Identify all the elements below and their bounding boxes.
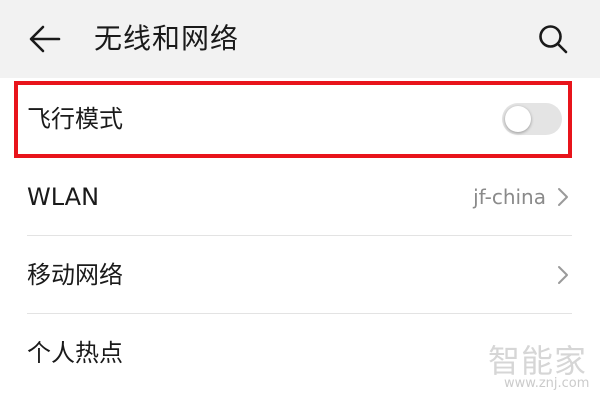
page-title: 无线和网络 (94, 22, 240, 55)
watermark-logo: 智能家 www.znj.com (484, 336, 594, 396)
toggle-knob (505, 106, 531, 132)
arrow-left-icon (29, 25, 61, 53)
chevron-right-icon (558, 266, 568, 284)
airplane-mode-label: 飞行模式 (27, 105, 123, 133)
back-button[interactable] (22, 18, 68, 60)
app-bar: 无线和网络 (0, 0, 600, 78)
airplane-mode-row[interactable]: 飞行模式 (0, 80, 600, 158)
search-icon (539, 25, 568, 54)
watermark-url: www.znj.com (504, 376, 590, 391)
wlan-network-name: jf-china (473, 185, 546, 209)
search-button[interactable] (530, 18, 576, 60)
mobile-network-label: 移动网络 (27, 261, 123, 289)
airplane-mode-toggle[interactable] (502, 103, 562, 135)
mobile-network-row[interactable]: 移动网络 (0, 236, 600, 314)
settings-screen: 无线和网络 飞行模式 WLAN jf-china 移动网络 个人热点 智能家 w… (0, 0, 600, 400)
hotspot-label: 个人热点 (27, 339, 123, 367)
chevron-right-icon (558, 188, 568, 206)
wlan-row[interactable]: WLAN jf-china (0, 158, 600, 236)
wlan-label: WLAN (27, 183, 100, 211)
